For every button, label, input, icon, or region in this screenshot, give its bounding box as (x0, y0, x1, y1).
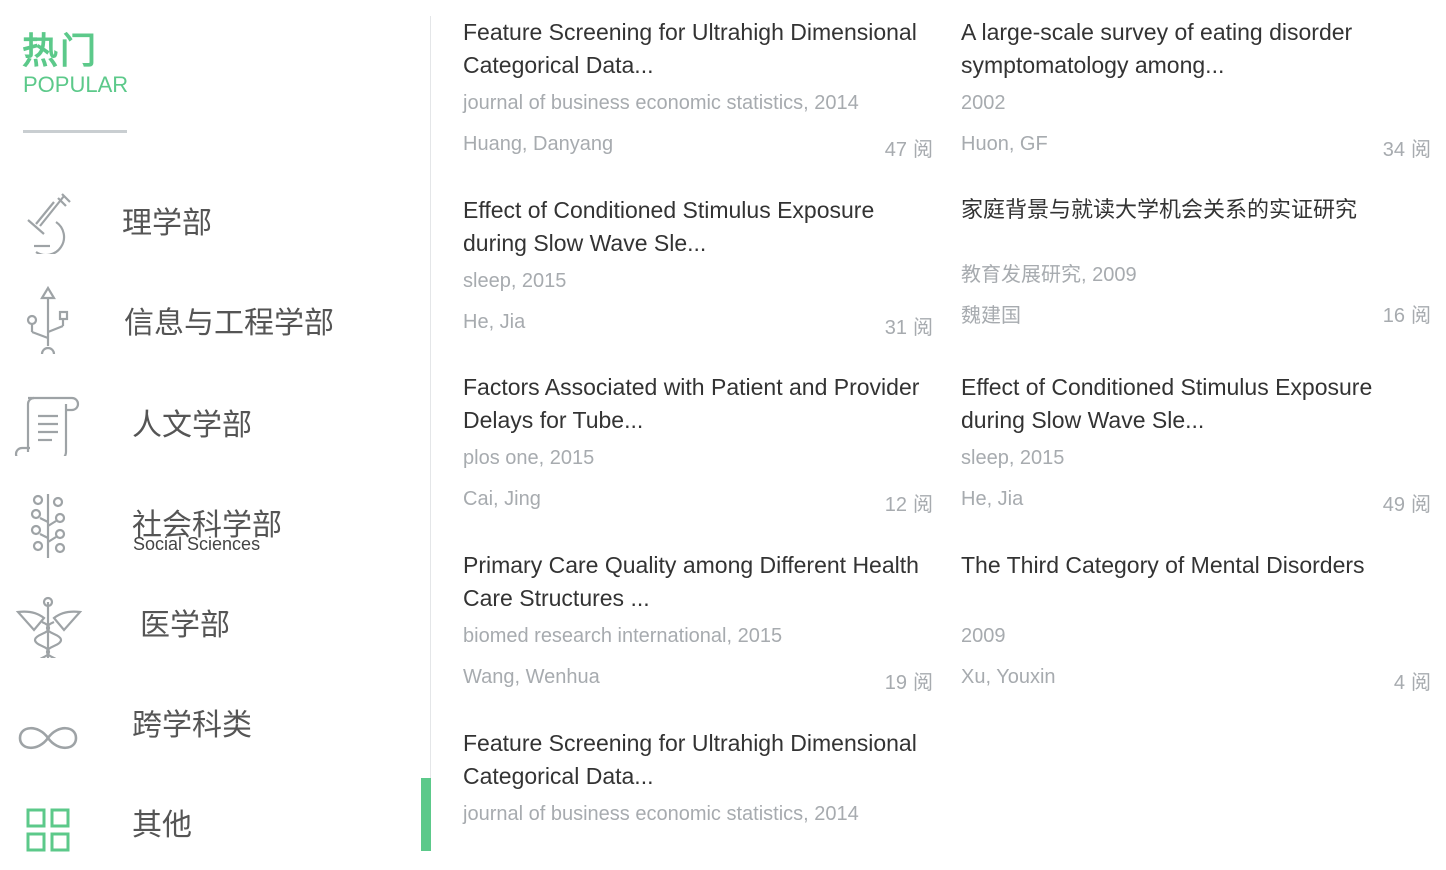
article-card[interactable]: Primary Care Quality among Different Hea… (463, 549, 933, 699)
category-social-sciences[interactable]: 社会科学部 Social Sciences (0, 474, 420, 570)
category-label: 跨学科类 (132, 708, 252, 743)
read-count: 47 阅 (884, 139, 933, 161)
article-source: 2002 (961, 92, 1006, 114)
category-engineering[interactable]: 信息与工程学部 (0, 270, 420, 366)
article-title[interactable]: Feature Screening for Ultrahigh Dimensio… (463, 727, 933, 793)
branch-icon (30, 494, 66, 558)
read-count: 31 阅 (884, 317, 933, 339)
article-author: He, Jia (961, 488, 1024, 510)
category-sublabel: Social Sciences (133, 534, 261, 554)
read-count: 16 阅 (1382, 305, 1431, 327)
category-label: 其他 (132, 808, 192, 843)
read-count: 49 阅 (1382, 494, 1431, 516)
article-source: journal of business economic statistics,… (463, 803, 859, 825)
article-author: He, Jia (463, 311, 526, 333)
popular-subtitle: POPULAR (23, 72, 129, 97)
article-card[interactable]: Effect of Conditioned Stimulus Exposure … (463, 194, 933, 344)
article-source: 2009 (961, 625, 1006, 647)
article-title[interactable]: Feature Screening for Ultrahigh Dimensio… (463, 16, 933, 82)
category-science[interactable]: 理学部 (0, 170, 420, 266)
read-count: 12 阅 (884, 494, 933, 516)
article-card[interactable]: Feature Screening for Ultrahigh Dimensio… (463, 16, 933, 166)
usb-icon (26, 285, 69, 354)
category-humanities[interactable]: 人文学部 (0, 372, 420, 468)
category-label: 医学部 (140, 608, 230, 643)
infinity-icon (18, 726, 78, 750)
article-source: plos one, 2015 (463, 447, 595, 469)
article-title[interactable]: The Third Category of Mental Disorders (961, 549, 1431, 582)
article-title[interactable]: 家庭背景与就读大学机会关系的实证研究 (961, 194, 1431, 227)
article-author: Huon, GF (961, 133, 1048, 155)
category-label: 理学部 (122, 206, 212, 241)
category-other[interactable]: 其他 (0, 774, 420, 870)
article-card[interactable]: Feature Screening for Ultrahigh Dimensio… (463, 727, 933, 851)
category-medicine[interactable]: 医学部 (0, 574, 420, 670)
article-source: sleep, 2015 (961, 447, 1065, 469)
article-card[interactable]: 家庭背景与就读大学机会关系的实证研究 教育发展研究, 2009 魏建国 16 阅 (961, 194, 1431, 344)
article-card[interactable]: The Third Category of Mental Disorders 2… (961, 549, 1431, 699)
popular-title: 热门 (22, 31, 99, 72)
article-source: biomed research international, 2015 (463, 625, 783, 647)
category-label: 信息与工程学部 (124, 306, 334, 341)
title-underline (23, 130, 127, 133)
caduceus-icon (15, 596, 83, 658)
category-label: 人文学部 (132, 408, 252, 443)
article-source: 教育发展研究, 2009 (961, 264, 1137, 286)
article-author: 魏建国 (961, 305, 1021, 327)
article-title[interactable]: Factors Associated with Patient and Prov… (463, 371, 933, 437)
article-title[interactable]: Effect of Conditioned Stimulus Exposure … (463, 194, 933, 260)
sidebar-divider (430, 16, 431, 851)
scroll-icon (14, 396, 80, 456)
article-card[interactable]: Factors Associated with Patient and Prov… (463, 371, 933, 521)
read-count: 4阅 (1393, 672, 1431, 694)
article-card[interactable]: A large-scale survey of eating disorder … (961, 16, 1431, 166)
article-title[interactable]: Effect of Conditioned Stimulus Exposure … (961, 371, 1431, 437)
grid-icon (26, 808, 70, 852)
article-author: Cai, Jing (463, 488, 541, 510)
article-author: Xu, Youxin (961, 666, 1056, 688)
read-count: 34 阅 (1382, 139, 1431, 161)
article-author: Wang, Wenhua (463, 666, 600, 688)
article-title[interactable]: A large-scale survey of eating disorder … (961, 16, 1431, 82)
article-author: Huang, Danyang (463, 133, 614, 155)
category-interdisciplinary[interactable]: 跨学科类 (0, 674, 420, 770)
microscope-icon (27, 193, 71, 254)
article-card[interactable]: Effect of Conditioned Stimulus Exposure … (961, 371, 1431, 521)
active-category-indicator (421, 778, 431, 851)
article-title[interactable]: Primary Care Quality among Different Hea… (463, 549, 933, 615)
category-sidebar: 热门 POPULAR 理学部 信息与工程学部 人文学部 社会科学部 Social… (0, 0, 432, 852)
article-source: sleep, 2015 (463, 270, 567, 292)
read-count: 19 阅 (884, 672, 933, 694)
article-source: journal of business economic statistics,… (463, 92, 859, 114)
